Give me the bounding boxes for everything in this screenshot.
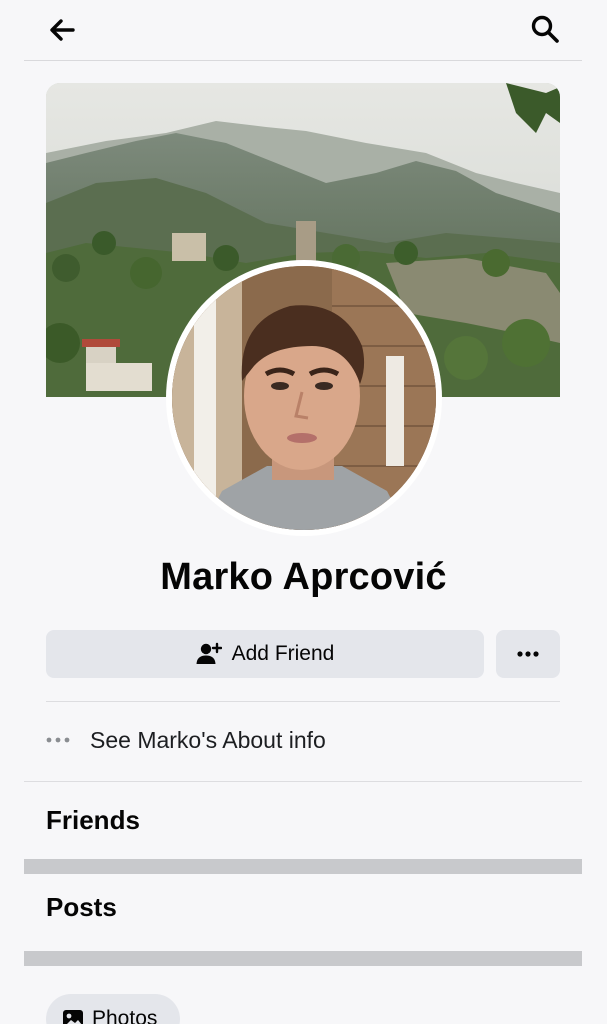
posts-section-title: Posts <box>46 892 117 922</box>
ellipsis-icon <box>46 737 70 743</box>
header-divider <box>24 60 582 61</box>
about-info-link[interactable]: See Marko's About info <box>46 720 560 760</box>
back-button[interactable] <box>44 12 80 48</box>
search-icon <box>531 15 559 43</box>
profile-page: Marko Aprcović Add Friend See Marko's Ab… <box>0 0 607 1024</box>
photos-filter-chip[interactable]: Photos <box>46 994 180 1024</box>
divider <box>46 701 560 702</box>
add-person-icon <box>196 642 222 666</box>
search-button[interactable] <box>526 10 564 48</box>
divider <box>24 781 582 782</box>
add-friend-label: Add Friend <box>231 642 335 665</box>
section-separator <box>24 951 582 966</box>
photo-icon <box>62 1009 84 1024</box>
add-friend-button[interactable]: Add Friend <box>46 630 484 678</box>
top-bar <box>0 0 607 61</box>
photos-label: Photos <box>92 1007 158 1024</box>
ellipsis-icon <box>517 651 539 657</box>
about-info-label: See Marko's About info <box>90 726 326 753</box>
friends-section-title[interactable]: Friends <box>46 805 140 836</box>
more-options-button[interactable] <box>496 630 560 678</box>
avatar[interactable] <box>172 266 436 530</box>
profile-name: Marko Aprcović <box>160 556 447 598</box>
section-separator <box>24 859 582 874</box>
arrow-left-icon <box>50 19 75 41</box>
